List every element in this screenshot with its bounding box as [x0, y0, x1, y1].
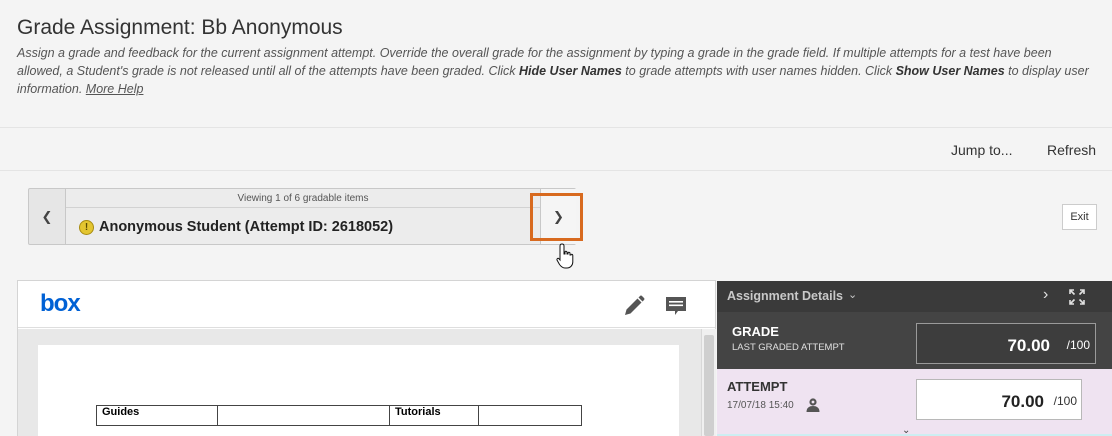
refresh-link[interactable]: Refresh: [1047, 142, 1096, 158]
student-name: Anonymous Student (Attempt ID: 2618052): [99, 219, 394, 235]
hide-user-names-text: Hide User Names: [519, 64, 622, 78]
panel-header: Assignment Details ⌄ ›: [717, 281, 1112, 312]
table-cell: [478, 405, 582, 426]
show-user-names-text: Show User Names: [895, 64, 1005, 78]
collapse-panel-icon[interactable]: ›: [1043, 286, 1048, 304]
assignment-details-toggle[interactable]: Assignment Details: [727, 289, 843, 303]
comment-icon[interactable]: [664, 294, 688, 318]
jump-to-link[interactable]: Jump to...: [951, 142, 1012, 158]
attempt-section: ATTEMPT 17/07/18 15:40 70.00 /100 ⌄: [717, 369, 1112, 436]
help-text: Assign a grade and feedback for the curr…: [17, 44, 1097, 98]
anonymous-user-icon: [806, 398, 820, 412]
overall-grade-value: 70.00: [1007, 336, 1050, 355]
box-logo: box: [40, 290, 81, 317]
exit-button[interactable]: Exit: [1062, 204, 1097, 230]
document-area: Guides Tutorials: [18, 329, 715, 436]
chevron-left-icon: ❮: [41, 208, 53, 224]
grade-section: GRADE LAST GRADED ATTEMPT 70.00 /100: [717, 312, 1112, 369]
expand-icon[interactable]: [1069, 289, 1085, 305]
table-cell: Guides: [96, 405, 218, 426]
viewing-count: Viewing 1 of 6 gradable items: [237, 193, 369, 204]
grade-label: GRADE: [732, 324, 779, 339]
hand-cursor-icon: [556, 243, 574, 269]
document-table: Guides Tutorials: [96, 405, 582, 426]
document-viewer: box Guides Tutorials: [17, 280, 716, 436]
viewer-scrollbar[interactable]: [701, 329, 716, 436]
scrollbar-thumb[interactable]: [704, 335, 714, 436]
needs-grading-icon: !: [79, 219, 94, 235]
more-help-link[interactable]: More Help: [86, 82, 144, 96]
navigator-info: Viewing 1 of 6 gradable items ! Anonymou…: [66, 189, 540, 244]
viewer-toolbar: box: [18, 281, 715, 328]
table-row: Guides Tutorials: [96, 405, 582, 426]
student-row: ! Anonymous Student (Attempt ID: 2618052…: [79, 219, 393, 235]
attempt-grade-field[interactable]: 70.00 /100: [916, 379, 1082, 420]
page-header: Grade Assignment: Bb Anonymous Assign a …: [0, 0, 1112, 128]
assignment-details-panel: Assignment Details ⌄ › GRADE LAST GRADED…: [717, 281, 1112, 436]
pencil-icon[interactable]: [622, 294, 646, 318]
overall-grade-max: /100: [1066, 338, 1090, 352]
page-title: Grade Assignment: Bb Anonymous: [17, 16, 343, 39]
table-cell: [217, 405, 390, 426]
attempt-navigator: ❮ Viewing 1 of 6 gradable items ! Anonym…: [28, 188, 576, 245]
chevron-down-icon[interactable]: ⌄: [848, 288, 857, 301]
previous-attempt-button[interactable]: ❮: [29, 189, 66, 244]
overall-grade-field[interactable]: 70.00 /100: [916, 323, 1096, 364]
navigator-divider: [66, 207, 540, 208]
toolbar: Jump to... Refresh: [0, 129, 1112, 171]
attempt-grade-value: 70.00: [1001, 392, 1044, 411]
attempt-label: ATTEMPT: [727, 379, 788, 394]
table-cell: Tutorials: [389, 405, 479, 426]
highlight-box: [530, 193, 583, 241]
help-text-part2: to grade attempts with user names hidden…: [621, 64, 896, 78]
attempt-grade-max: /100: [1053, 394, 1077, 408]
grade-sublabel: LAST GRADED ATTEMPT: [732, 342, 845, 353]
attempt-date: 17/07/18 15:40: [727, 400, 794, 411]
